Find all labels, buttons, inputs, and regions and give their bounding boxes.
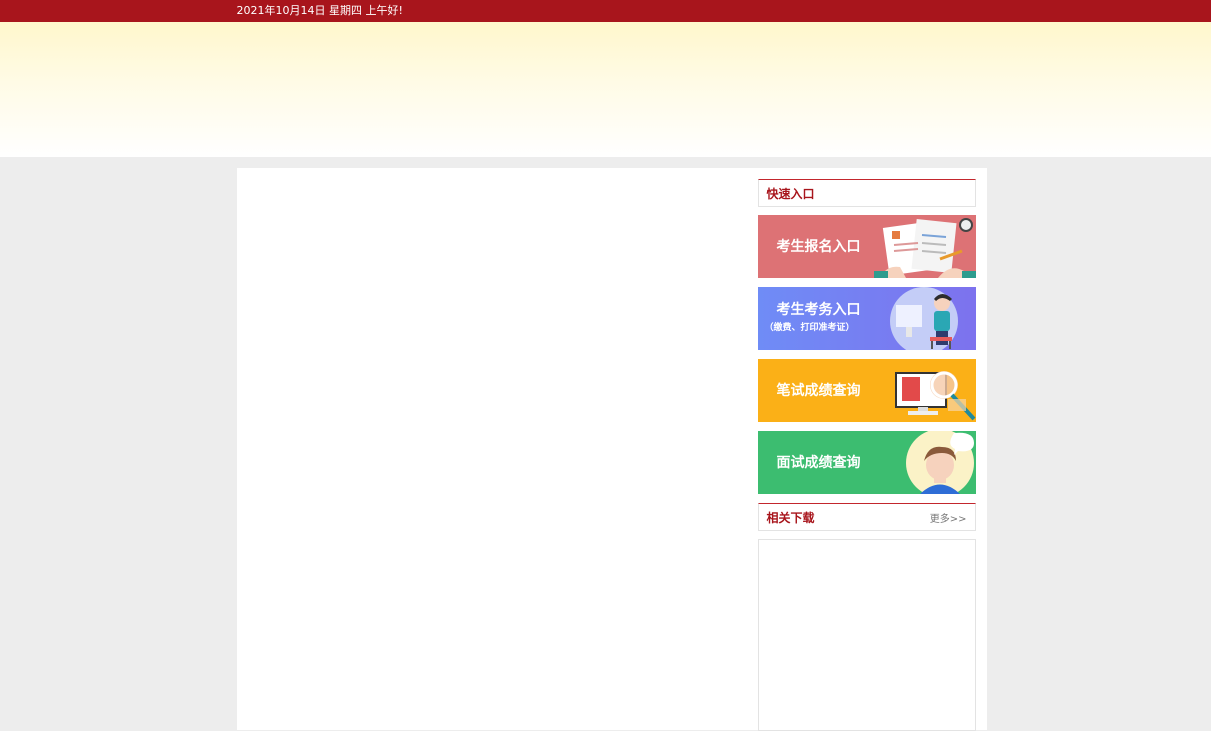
downloads-list <box>757 539 976 731</box>
quick-entry-header: 快速入口 <box>757 179 976 207</box>
person-computer-icon <box>889 287 958 350</box>
written-score-query-button[interactable]: 笔试成绩查询 <box>757 359 976 422</box>
quick-item-label: 考生报名入口 <box>776 238 861 255</box>
quick-item-label: 笔试成绩查询 <box>776 382 861 399</box>
quick-item-label: 面试成绩查询 <box>776 454 861 471</box>
quick-entry-title: 快速入口 <box>766 186 815 201</box>
top-bar: 2021年10月14日 星期四 上午好! <box>0 0 1211 22</box>
date-greeting: 2021年10月14日 星期四 上午好! <box>236 4 403 17</box>
document-clock-icon <box>873 218 976 278</box>
quick-item-label: 考生考务入口 <box>776 301 861 318</box>
exam-affairs-entry-button[interactable]: 考生考务入口 （缴费、打印准考证） <box>757 287 976 350</box>
downloads-more-link[interactable]: 更多>> <box>930 510 967 525</box>
quick-item-sublabel: （缴费、打印准考证） <box>764 322 855 333</box>
monitor-magnifier-icon <box>894 371 975 421</box>
header-banner <box>0 22 1211 157</box>
sidebar: 快速入口 考生报名入口 考生考务入口 （缴费、打印准考证） 笔试成绩查询 面试成… <box>757 179 976 731</box>
interview-score-query-button[interactable]: 面试成绩查询 <box>757 431 976 494</box>
content-area <box>237 168 737 730</box>
interview-person-icon <box>905 431 974 494</box>
downloads-header: 相关下载 更多>> <box>757 503 976 531</box>
registration-entry-button[interactable]: 考生报名入口 <box>757 215 976 278</box>
quick-entry-list: 考生报名入口 考生考务入口 （缴费、打印准考证） 笔试成绩查询 面试成绩查询 <box>757 215 976 494</box>
downloads-title: 相关下载 <box>766 510 815 525</box>
quick-item-label-wrap: 考生考务入口 （缴费、打印准考证） <box>765 301 861 336</box>
main-container: 快速入口 考生报名入口 考生考务入口 （缴费、打印准考证） 笔试成绩查询 面试成… <box>236 168 987 731</box>
